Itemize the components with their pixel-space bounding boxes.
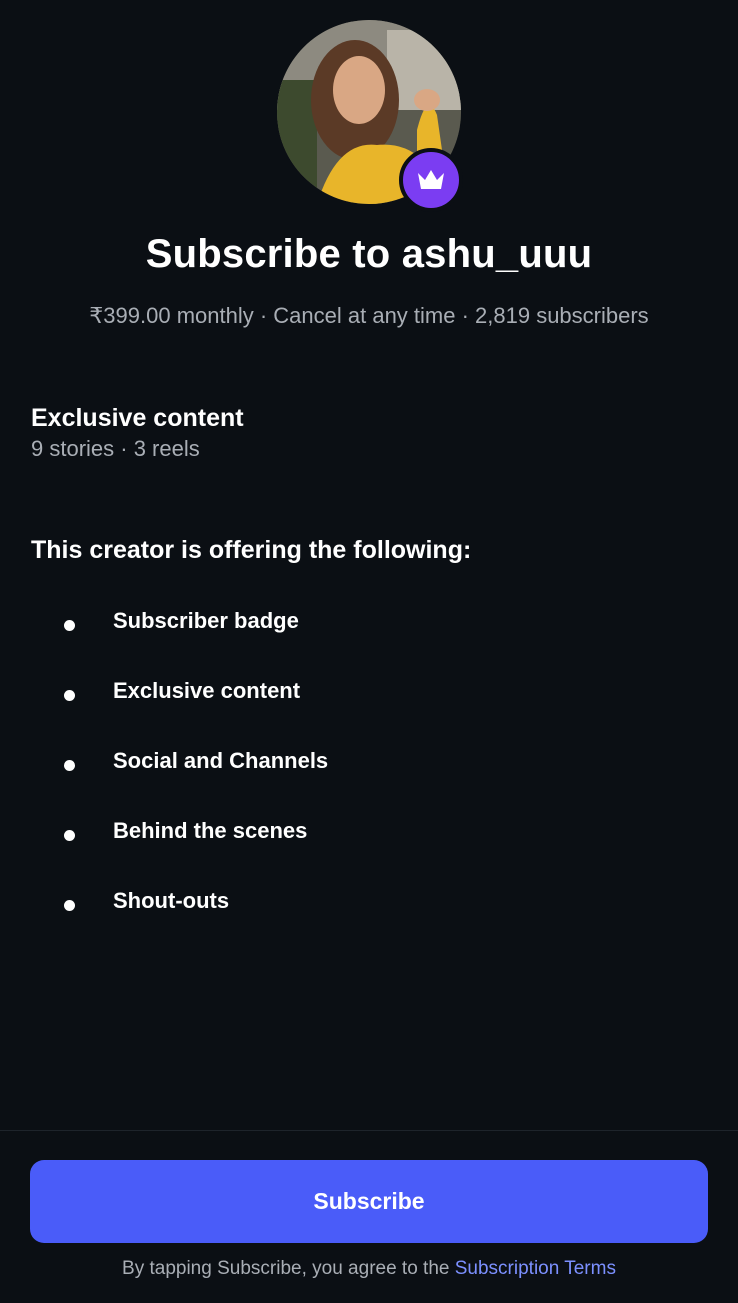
list-item: Shout-outs xyxy=(0,880,738,950)
list-item: Social and Channels xyxy=(0,740,738,810)
exclusive-content-count: 9 stories · 3 reels xyxy=(31,436,200,461)
offers-heading: This creator is offering the following: xyxy=(31,536,472,564)
footer-divider xyxy=(0,1130,738,1131)
terms-notice: By tapping Subscribe, you agree to the S… xyxy=(0,1258,738,1280)
exclusive-content-title: Exclusive content xyxy=(31,404,244,432)
bullet-icon xyxy=(64,760,75,771)
bullet-icon xyxy=(64,830,75,841)
list-item: Exclusive content xyxy=(0,670,738,740)
crown-badge xyxy=(399,148,463,212)
subscription-meta: ₹399.00 monthly · Cancel at any time · 2… xyxy=(89,303,649,328)
terms-text: By tapping Subscribe, you agree to the xyxy=(122,1258,455,1279)
offer-label: Behind the scenes xyxy=(113,818,308,843)
offer-label: Subscriber badge xyxy=(113,608,299,633)
bullet-icon xyxy=(64,900,75,911)
bullet-icon xyxy=(64,690,75,701)
list-item: Subscriber badge xyxy=(0,600,738,670)
page-title: Subscribe to ashu_uuu xyxy=(145,232,593,276)
bullet-icon xyxy=(64,620,75,631)
creator-avatar[interactable] xyxy=(277,20,463,212)
subscribe-button[interactable]: Subscribe xyxy=(30,1160,708,1243)
offer-label: Social and Channels xyxy=(113,748,329,773)
list-item: Behind the scenes xyxy=(0,810,738,880)
subscribe-page: Subscribe to ashu_uuu ₹399.00 monthly · … xyxy=(0,0,738,1303)
crown-icon xyxy=(418,170,444,189)
offers-list: Subscriber badge Exclusive content Socia… xyxy=(0,600,738,950)
offer-label: Shout-outs xyxy=(113,888,230,913)
offer-label: Exclusive content xyxy=(113,678,301,703)
subscription-terms-link[interactable]: Subscription Terms xyxy=(455,1258,616,1279)
